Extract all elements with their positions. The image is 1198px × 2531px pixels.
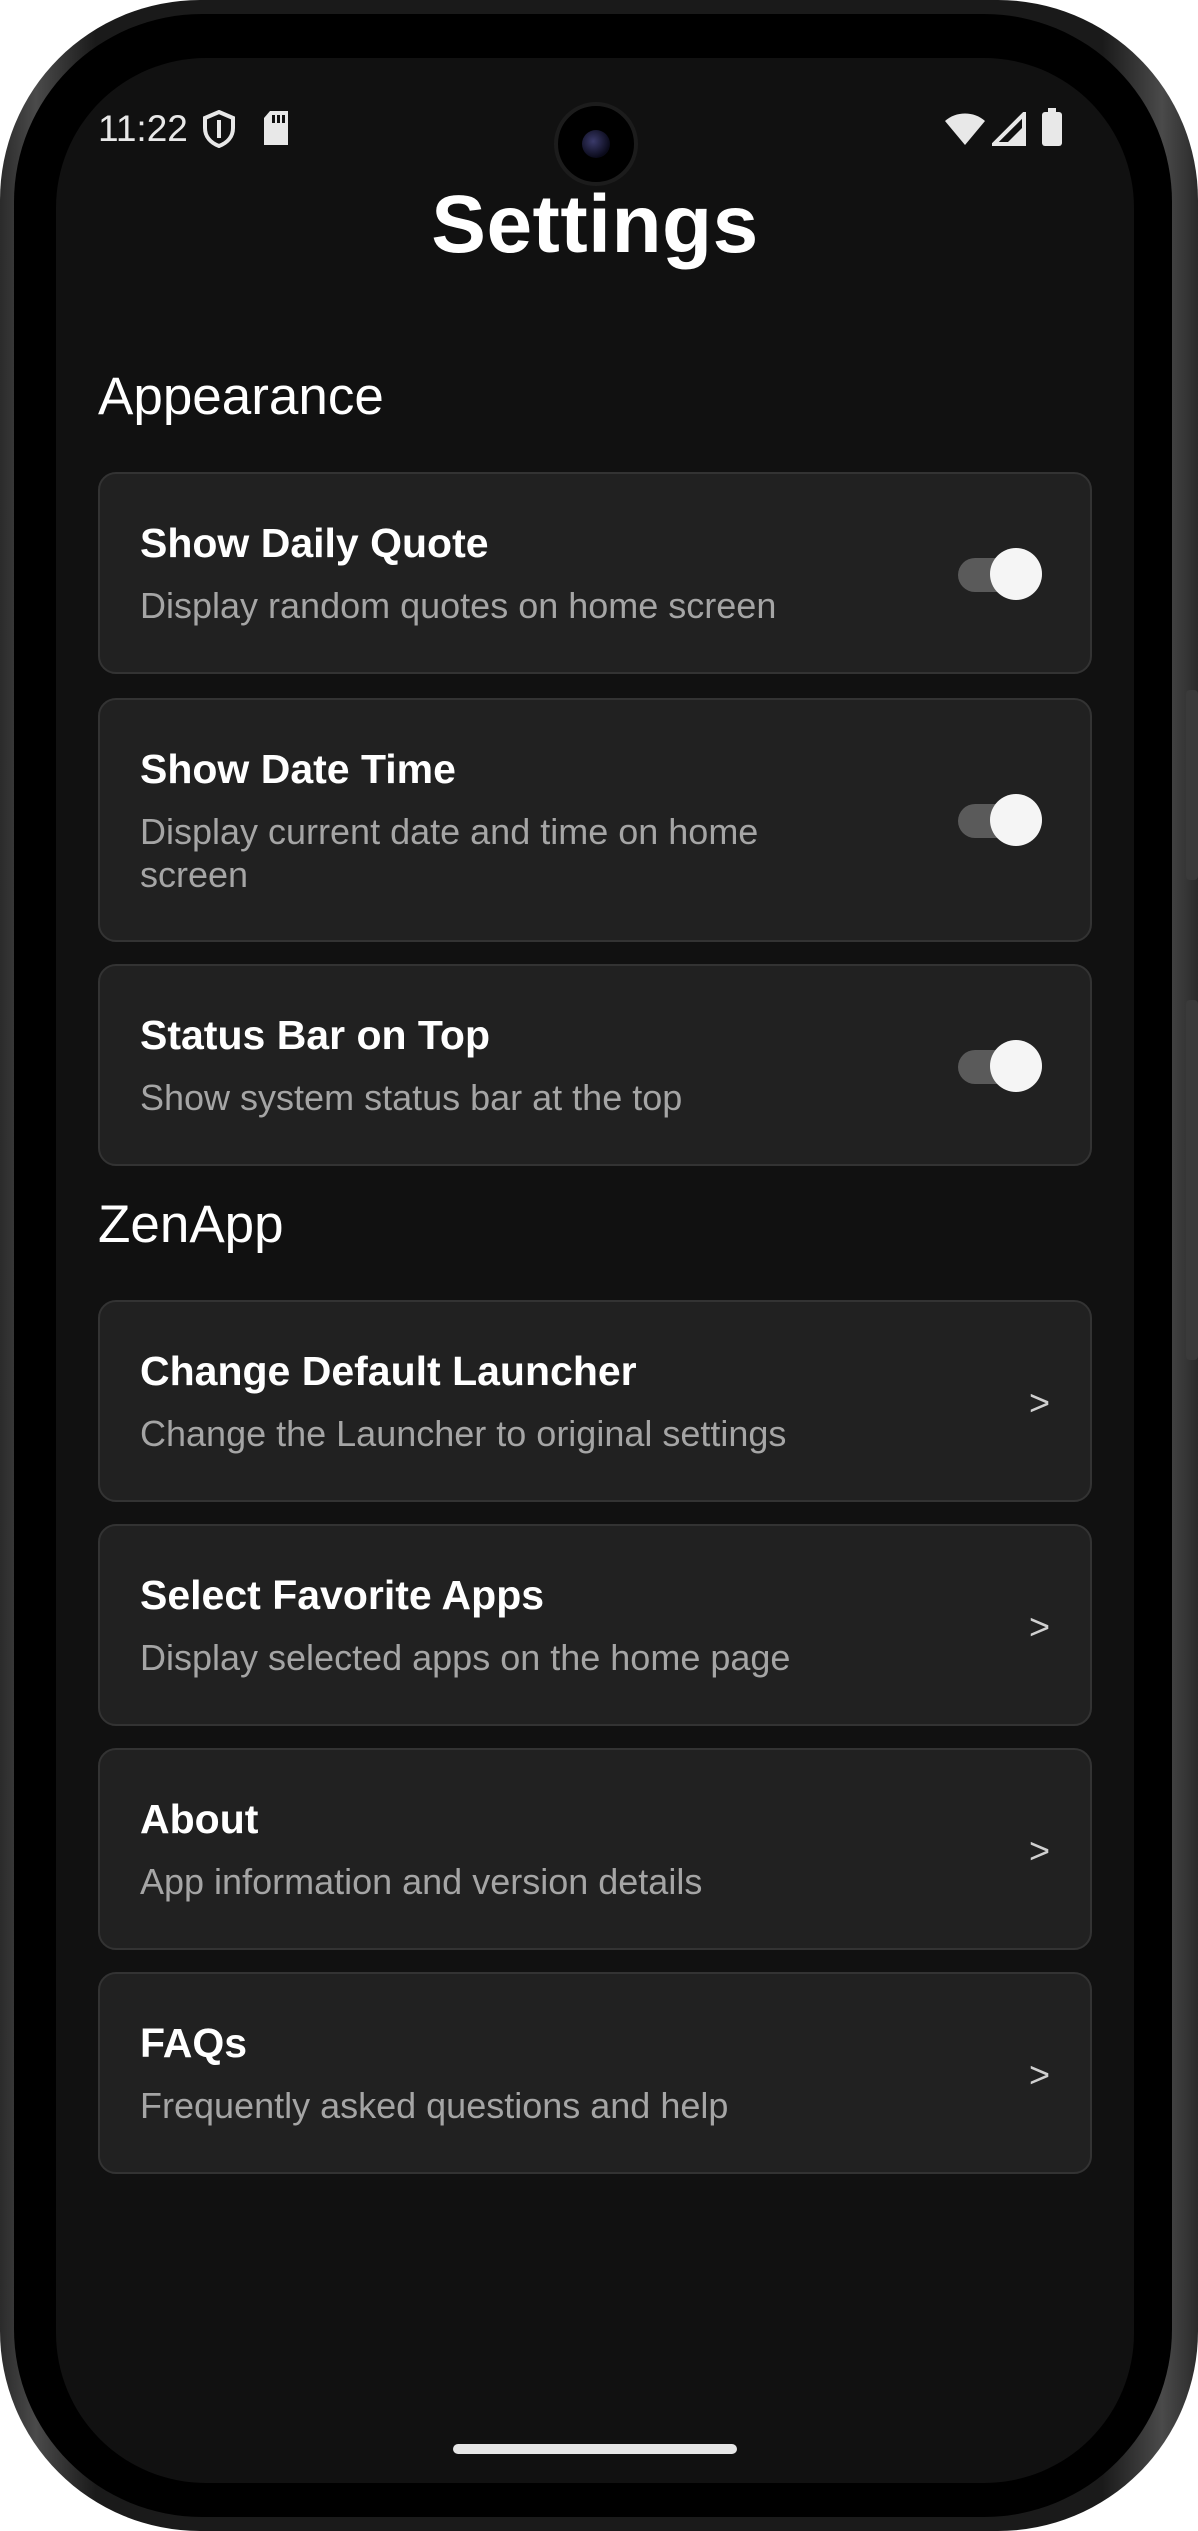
setting-subtitle: Display current date and time on home sc… [140, 811, 759, 895]
home-indicator[interactable] [453, 2444, 737, 2454]
volume-button [1186, 690, 1198, 880]
setting-title: Status Bar on Top [140, 1012, 491, 1058]
setting-subtitle: Display selected apps on the home page [140, 1637, 791, 1678]
phone-frame: 11:22 Settings Appearance Show Daily Quo… [0, 0, 1198, 2531]
setting-subtitle: Display random quotes on home screen [140, 585, 777, 626]
setting-title: About [140, 1796, 259, 1842]
shield-icon [202, 109, 236, 153]
setting-title: Show Daily Quote [140, 520, 489, 566]
setting-status-bar-on-top[interactable]: Status Bar on Top Show system status bar… [98, 964, 1092, 1166]
setting-faqs[interactable]: FAQs Frequently asked questions and help… [98, 1972, 1092, 2174]
setting-select-favorite-apps[interactable]: Select Favorite Apps Display selected ap… [98, 1524, 1092, 1726]
setting-title: Change Default Launcher [140, 1348, 637, 1394]
chevron-right-icon: > [1028, 1830, 1050, 1871]
front-camera [554, 102, 638, 186]
setting-change-default-launcher[interactable]: Change Default Launcher Change the Launc… [98, 1300, 1092, 1502]
setting-subtitle: Frequently asked questions and help [140, 2085, 729, 2126]
battery-icon [1042, 108, 1062, 151]
chevron-right-icon: > [1028, 1382, 1050, 1423]
setting-subtitle: Change the Launcher to original settings [140, 1413, 787, 1454]
show-date-time-toggle[interactable] [958, 794, 1042, 846]
status-bar-on-top-toggle[interactable] [958, 1040, 1042, 1092]
chevron-right-icon: > [1028, 1606, 1050, 1647]
show-daily-quote-toggle[interactable] [958, 548, 1042, 600]
setting-about[interactable]: About App information and version detail… [98, 1748, 1092, 1950]
wifi-icon [944, 112, 986, 151]
setting-title: FAQs [140, 2020, 248, 2066]
setting-subtitle: App information and version details [140, 1861, 703, 1902]
screen: 11:22 Settings Appearance Show Daily Quo… [56, 58, 1134, 2483]
section-header-zenapp: ZenApp [98, 1195, 284, 1254]
power-button [1186, 1000, 1198, 1360]
setting-title: Select Favorite Apps [140, 1572, 545, 1618]
setting-subtitle: Show system status bar at the top [140, 1077, 683, 1118]
status-time: 11:22 [98, 108, 188, 149]
chevron-right-icon: > [1028, 2054, 1050, 2095]
signal-icon [989, 109, 1026, 151]
section-header-appearance: Appearance [98, 367, 384, 426]
sd-card-icon [262, 110, 290, 151]
setting-show-date-time[interactable]: Show Date Time Display current date and … [98, 698, 1092, 942]
page-title: Settings [431, 179, 759, 270]
setting-show-daily-quote[interactable]: Show Daily Quote Display random quotes o… [98, 472, 1092, 674]
setting-title: Show Date Time [140, 746, 456, 792]
